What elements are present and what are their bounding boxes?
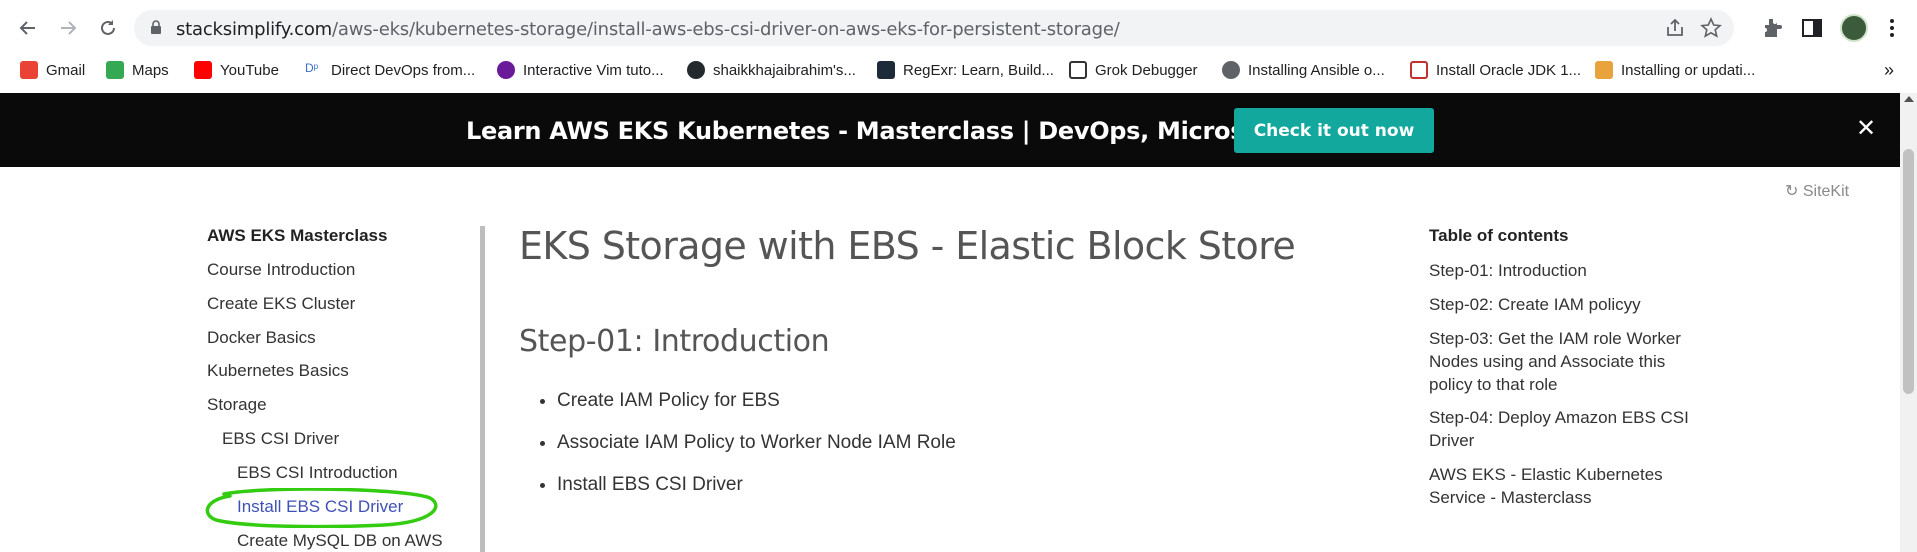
list-item: Associate IAM Policy to Worker Node IAM … — [557, 432, 956, 474]
bookmark-oracle-jdk[interactable]: Install Oracle JDK 1... — [1410, 59, 1581, 81]
nav-item-create-eks-cluster[interactable]: Create EKS Cluster — [207, 294, 355, 314]
highlight-circle — [205, 488, 438, 528]
nav-item-course-introduction[interactable]: Course Introduction — [207, 260, 355, 280]
scrollbar[interactable] — [1900, 93, 1917, 552]
page-title: EKS Storage with EBS - Elastic Block Sto… — [519, 224, 1296, 268]
avatar[interactable] — [1840, 14, 1868, 42]
java-icon — [1410, 61, 1428, 79]
browser-toolbar: stacksimplify.com/aws-eks/kubernetes-sto… — [0, 0, 1917, 56]
scrollbar-thumb[interactable] — [1903, 149, 1914, 394]
maps-icon — [106, 61, 124, 79]
toc-item-step-04[interactable]: Step-04: Deploy Amazon EBS CSI Driver — [1429, 406, 1699, 452]
url-text[interactable]: stacksimplify.com/aws-eks/kubernetes-sto… — [176, 19, 1120, 40]
toc-item-step-02[interactable]: Step-02: Create IAM policyy — [1429, 293, 1699, 316]
bookmark-ansible[interactable]: Installing Ansible o... — [1222, 59, 1385, 81]
forward-icon[interactable] — [54, 14, 82, 42]
nav-item-docker-basics[interactable]: Docker Basics — [207, 328, 316, 348]
gmail-icon — [20, 61, 38, 79]
aws-docs-icon — [1595, 61, 1613, 79]
list-item: Install EBS CSI Driver — [557, 474, 956, 516]
youtube-icon — [194, 61, 212, 79]
content-divider — [480, 226, 485, 552]
bookmark-aws-docs[interactable]: Installing or updati... — [1595, 59, 1755, 81]
lock-icon[interactable] — [150, 20, 162, 34]
toc-item-masterclass[interactable]: AWS EKS - Elastic Kubernetes Service - M… — [1429, 463, 1699, 509]
nav-item-storage[interactable]: Storage — [207, 395, 267, 415]
bookmark-grok[interactable]: Grok Debugger — [1069, 59, 1198, 81]
nav-item-ebs-csi-introduction[interactable]: EBS CSI Introduction — [237, 463, 398, 483]
bookmark-gmail[interactable]: Gmail — [20, 59, 85, 81]
bookmark-devops[interactable]: Dᵖ Direct DevOps from... — [305, 59, 475, 81]
sitekit-link[interactable]: ↻ SiteKit — [1785, 181, 1849, 201]
check-it-out-button[interactable]: Check it out now — [1234, 108, 1434, 153]
toc-item-step-01[interactable]: Step-01: Introduction — [1429, 259, 1699, 282]
nav-title[interactable]: AWS EKS Masterclass — [207, 226, 387, 246]
intro-bullet-list: Create IAM Policy for EBS Associate IAM … — [537, 390, 956, 516]
banner-text: Learn AWS EKS Kubernetes - Masterclass |… — [466, 117, 1339, 145]
address-bar[interactable]: stacksimplify.com/aws-eks/kubernetes-sto… — [134, 10, 1734, 46]
back-icon[interactable] — [14, 14, 42, 42]
promo-banner: Learn AWS EKS Kubernetes - Masterclass |… — [0, 93, 1900, 167]
section-heading: Step-01: Introduction — [519, 324, 830, 359]
globe-icon — [1222, 61, 1240, 79]
bookmarks-overflow-icon[interactable]: » — [1884, 59, 1894, 81]
bookmark-maps[interactable]: Maps — [106, 59, 169, 81]
table-of-contents: Table of contents Step-01: Introduction … — [1429, 226, 1699, 507]
bookmark-regexr[interactable]: RegExr: Learn, Build... — [877, 59, 1054, 81]
nav-item-kubernetes-basics[interactable]: Kubernetes Basics — [207, 361, 349, 381]
side-panel-icon[interactable] — [1800, 16, 1824, 40]
grok-icon — [1069, 61, 1087, 79]
regexr-icon — [877, 61, 895, 79]
bookmark-github[interactable]: shaikkhajaibrahim's... — [687, 59, 856, 81]
github-icon — [687, 61, 705, 79]
scroll-up-icon[interactable] — [1904, 96, 1914, 102]
bookmark-star-icon[interactable] — [1700, 17, 1722, 39]
bookmark-vim[interactable]: Interactive Vim tuto... — [497, 59, 664, 81]
nav-item-create-mysql-db[interactable]: Create MySQL DB on AWS — [237, 531, 443, 551]
list-item: Create IAM Policy for EBS — [557, 390, 956, 432]
devops-icon: Dᵖ — [305, 61, 323, 79]
sitekit-icon: ↻ — [1785, 183, 1799, 200]
close-icon[interactable]: ✕ — [1852, 115, 1880, 143]
bookmark-youtube[interactable]: YouTube — [194, 59, 279, 81]
nav-item-ebs-csi-driver[interactable]: EBS CSI Driver — [222, 429, 339, 449]
reload-icon[interactable] — [94, 14, 122, 42]
extensions-icon[interactable] — [1760, 16, 1784, 40]
vim-icon — [497, 61, 515, 79]
toc-title: Table of contents — [1429, 226, 1569, 245]
menu-kebab-icon[interactable] — [1880, 16, 1904, 40]
toc-item-step-03[interactable]: Step-03: Get the IAM role Worker Nodes u… — [1429, 327, 1699, 396]
share-icon[interactable] — [1664, 17, 1686, 39]
bookmarks-bar: Gmail Maps YouTube Dᵖ Direct DevOps from.… — [0, 56, 1917, 82]
